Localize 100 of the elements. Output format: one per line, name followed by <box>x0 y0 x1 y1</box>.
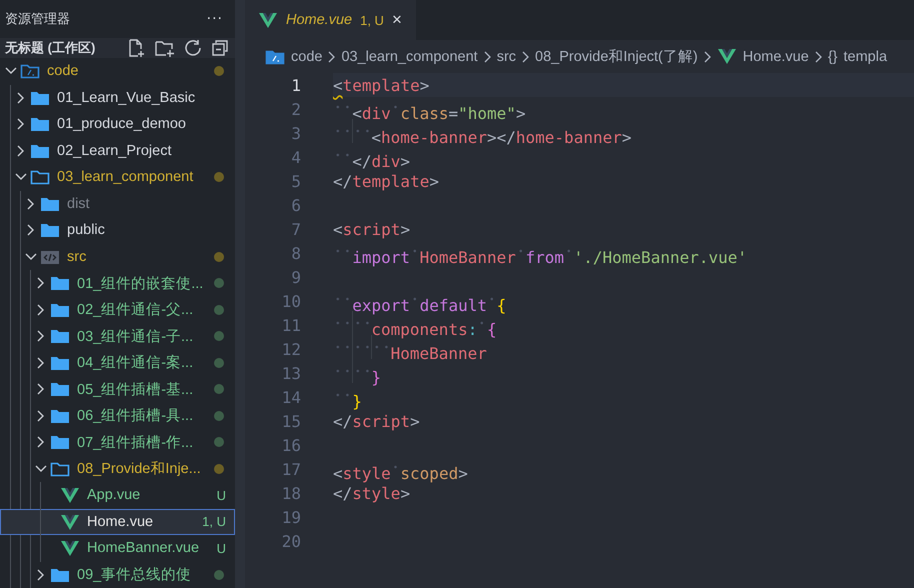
tree-item[interactable]: 03_learn_component <box>0 164 235 190</box>
code-line: </template> <box>333 172 439 190</box>
workspace-title: 无标题 (工作区) <box>5 39 96 58</box>
item-name: 03_learn_component <box>57 169 194 186</box>
line-number: 3 <box>290 124 302 142</box>
tree-item[interactable]: HomeBanner.vue U <box>0 535 235 562</box>
code-line: <template> <box>333 76 430 94</box>
folder-icon <box>40 196 60 212</box>
tree-item[interactable]: 01_Learn_Vue_Basic <box>0 84 235 111</box>
line-number: 19 <box>280 508 302 526</box>
code-line: </script> <box>333 412 420 430</box>
item-name: Home.vue <box>87 514 154 530</box>
code-line: export default { <box>333 287 506 315</box>
line-number: 7 <box>290 220 302 238</box>
tree-item[interactable]: Home.vue 1, U <box>0 508 235 535</box>
status-label: U <box>216 488 226 503</box>
folder-icon <box>50 434 70 450</box>
breadcrumb-item[interactable]: 03_learn_component <box>341 48 478 64</box>
tree-item[interactable]: 01_组件的嵌套使... <box>0 270 235 296</box>
chevron-separator-icon <box>702 50 712 64</box>
folder-icon <box>50 381 70 398</box>
tree-item[interactable]: dist <box>0 190 235 217</box>
item-name: 05_组件插槽-基... <box>77 380 194 399</box>
tree-item[interactable]: 06_组件插槽-具... <box>0 402 235 429</box>
breadcrumb-item[interactable]: 08_Provide和Inject(了解) <box>535 47 698 66</box>
more-actions-button[interactable]: ··· <box>206 11 223 28</box>
tree-item[interactable]: public <box>0 217 235 244</box>
item-name: 02_Learn_Project <box>57 142 172 159</box>
code-folder-icon <box>40 248 60 265</box>
line-number: 13 <box>280 364 302 382</box>
refresh-icon[interactable] <box>184 39 202 58</box>
folder-icon <box>40 222 60 238</box>
line-number: 8 <box>290 244 302 262</box>
item-name: 01_组件的嵌套使... <box>77 274 204 293</box>
item-name: App.vue <box>87 487 142 504</box>
tree-item[interactable]: App.vue U <box>0 482 235 508</box>
line-number: 18 <box>280 484 302 502</box>
item-name: 01_Learn_Vue_Basic <box>57 90 196 106</box>
tree-item[interactable]: src <box>0 244 235 270</box>
tree-item[interactable]: 08_Provide和Inje... <box>0 456 235 482</box>
item-name: public <box>67 222 106 238</box>
collapse-all-icon[interactable] <box>211 39 229 58</box>
folder-icon <box>50 460 70 477</box>
breadcrumb-item[interactable]: code <box>291 48 322 64</box>
line-number: 9 <box>290 268 302 286</box>
folder-icon <box>30 142 50 159</box>
line-number: 1 <box>290 76 302 94</box>
vue-file-icon <box>258 12 278 28</box>
line-number: 14 <box>280 388 302 406</box>
folder-icon <box>50 408 70 424</box>
item-name: 01_produce_demoo <box>57 116 187 132</box>
tree-item[interactable]: 07_组件插槽-作... <box>0 429 235 456</box>
status-label: 1, U <box>360 12 384 28</box>
editor-tab[interactable]: Home.vue 1, U × <box>247 0 416 40</box>
breadcrumb-item[interactable]: templa <box>844 48 888 64</box>
code-line: </style> <box>333 484 410 502</box>
tree-item[interactable]: 09_事件总线的使 <box>0 562 235 588</box>
folder-icon <box>30 90 50 106</box>
line-number: 4 <box>290 148 302 166</box>
chevron-separator-icon <box>814 50 823 64</box>
code-line: <style scoped> <box>333 455 468 483</box>
tab-label: Home.vue <box>286 12 352 28</box>
code-line: import HomeBanner from './HomeBanner.vue' <box>333 239 748 267</box>
breadcrumb-item[interactable]: Home.vue <box>742 48 809 64</box>
item-name: 02_组件通信-父... <box>77 301 194 320</box>
folder-icon <box>20 63 40 80</box>
folder-icon <box>265 48 285 64</box>
tree-item[interactable]: 04_组件通信-案... <box>0 350 235 376</box>
folder-icon <box>30 169 50 186</box>
tree-item[interactable]: 02_组件通信-父... <box>0 296 235 323</box>
folder-icon <box>30 116 50 132</box>
close-button[interactable]: × <box>392 10 402 30</box>
folder-icon <box>50 566 70 583</box>
symbol-glyph: {} <box>828 48 838 64</box>
tree-item[interactable]: code <box>0 58 235 84</box>
tree-item[interactable]: 02_Learn_Project <box>0 138 235 164</box>
code-line: <script> <box>333 220 410 238</box>
new-folder-icon[interactable] <box>155 39 175 58</box>
vue-file-icon <box>60 487 80 504</box>
item-name: 08_Provide和Inje... <box>77 460 202 478</box>
item-name: code <box>47 63 80 80</box>
vue-file-icon <box>60 514 80 530</box>
tree-item[interactable]: 01_produce_demoo <box>0 111 235 138</box>
line-number: 17 <box>280 460 302 478</box>
new-file-icon[interactable] <box>127 39 146 58</box>
item-name: 07_组件插槽-作... <box>77 434 194 452</box>
tree-item[interactable]: 03_组件通信-子... <box>0 323 235 350</box>
item-name: 03_组件通信-子... <box>77 328 194 346</box>
item-name: 09_事件总线的使 <box>77 566 192 584</box>
breadcrumb-item[interactable]: src <box>496 48 516 64</box>
status-label: U <box>216 540 226 556</box>
vue-file-icon <box>716 48 737 65</box>
item-name: src <box>67 248 88 265</box>
line-number: 11 <box>280 316 302 334</box>
line-number: 2 <box>290 100 302 118</box>
tree-item[interactable]: 05_组件插槽-基... <box>0 376 235 402</box>
line-number: 16 <box>280 436 302 454</box>
item-name: HomeBanner.vue <box>87 540 200 556</box>
line-number: 12 <box>280 340 302 358</box>
chevron-separator-icon <box>521 50 530 64</box>
